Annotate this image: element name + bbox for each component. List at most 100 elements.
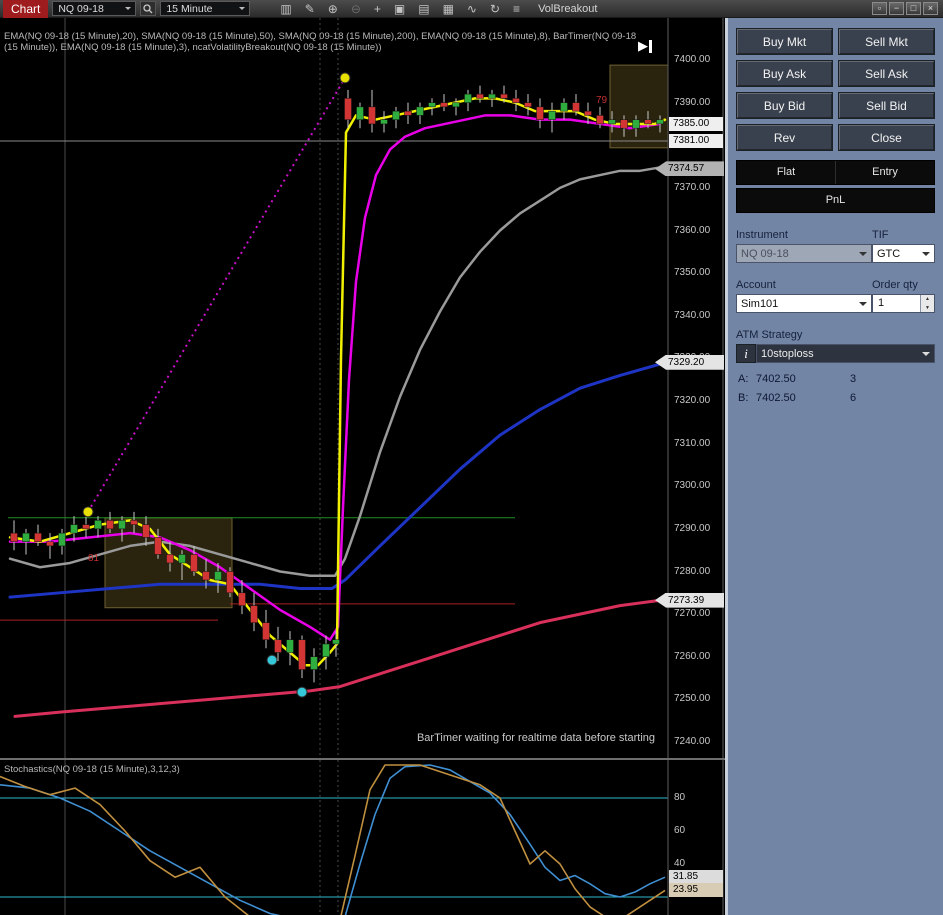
order-panel: Buy Mkt Sell Mkt Buy Ask Sell Ask Buy Bid Sel… [728,18,943,915]
crosshair-icon[interactable]: + [374,1,381,17]
buy-bid-button[interactable]: Buy Bid [736,92,833,119]
atm-row-qty: 3 [850,373,857,385]
chart-annotation: 79 [596,95,608,107]
price-tag: 7381.00 [669,133,723,148]
price-axis-label: 7350.00 [674,267,711,279]
price-tag: 7273.39 [655,592,724,608]
atm-row-key: A: [738,373,749,385]
price-axis-label: 7300.00 [674,480,711,492]
price-tag: 7385.00 [669,116,723,131]
price-axis-label: 7340.00 [674,309,711,321]
sell-mkt-button[interactable]: Sell Mkt [838,28,935,55]
price-axis-label: 7250.00 [674,693,711,705]
atm-strategy-value: 10stoploss [761,347,814,360]
stoch-axis-label: 80 [674,792,686,803]
stochastics-panel: Stochastics(NQ 09-18 (15 Minute),3,12,3)… [0,758,725,915]
play-glyph: ▶ [638,38,648,53]
stochastics-label: Stochastics(NQ 09-18 (15 Minute),3,12,3) [4,764,180,775]
stoch-axis-label: 40 [674,858,686,869]
price-axis-label: 7400.00 [674,54,711,65]
price-chart-canvas[interactable] [0,18,725,758]
chart-annotation: 81 [88,552,100,564]
price-axis-label: 7320.00 [674,395,711,406]
buy-ask-button[interactable]: Buy Ask [736,60,833,87]
price-axis-label: 7360.00 [674,224,711,236]
atm-target-rows: A: 7402.50 3 B: 7402.50 6 [736,373,935,404]
atm-strategy-select[interactable]: 10stoploss [756,344,935,363]
zoom-in-icon[interactable]: ⊕ [328,1,338,17]
properties-icon[interactable]: ≡ [513,1,520,17]
price-axis-label: 7280.00 [674,565,711,577]
rev-button[interactable]: Rev [736,124,833,151]
order-qty-label: Order qty [872,279,918,291]
strategy-name-label: VolBreakout [538,2,598,15]
atm-row-qty: 6 [850,392,857,404]
stepper-up-icon[interactable]: ▲ [921,295,934,304]
indicators-icon[interactable]: ▦ [443,1,454,17]
bartimer-status-message: BarTimer waiting for realtime data befor… [416,732,655,744]
atm-row-price: 7402.50 [756,392,796,404]
window-controls: ▫ − □ × [872,2,938,15]
bar-type-icon[interactable]: ▥ [280,1,291,17]
end-bar-glyph [649,39,652,53]
instrument-value: NQ 09-18 [741,247,789,260]
zoom-out-icon[interactable]: ⊖ [351,1,361,17]
chart-panel: EMA(NQ 09-18 (15 Minute),20), SMA(NQ 09-… [0,18,725,758]
go-to-end-icon[interactable]: ▶ [638,38,652,54]
toolbar: Chart NQ 09-18 15 Minute ▥ ✎ ⊕ ⊖ + ▣ ▤ ▦ ∿ ↻ ≡ Vol… [0,0,943,18]
reload-icon[interactable]: ↻ [490,1,500,17]
tif-value: GTC [877,247,901,260]
price-axis-label: 7260.00 [674,650,711,662]
atm-strategy-label: ATM Strategy [736,329,803,341]
account-label: Account [736,279,776,291]
atm-row: A: 7402.50 3 [736,373,935,385]
interval-selector[interactable]: 15 Minute [160,1,251,16]
price-axis-label: 7390.00 [674,96,711,108]
tif-select[interactable]: GTC [872,244,935,263]
sell-ask-button[interactable]: Sell Ask [838,60,935,87]
position-tabs: Flat Entry [736,160,935,185]
price-axis-label: 7240.00 [674,736,711,747]
maximize-button[interactable]: □ [906,2,921,15]
instrument-label: Instrument [736,229,788,241]
stoch-axis-label: 60 [674,825,686,836]
instrument-select[interactable]: NQ 09-18 [736,244,872,263]
minimize-button[interactable]: − [889,2,904,15]
atm-info-button[interactable]: i [736,344,756,363]
data-series-icon[interactable]: ▤ [418,1,429,17]
price-tag: 7329.20 [655,354,724,370]
quantity-stepper[interactable]: 1 ▲ ▼ [872,294,935,313]
flat-tab[interactable]: Flat [737,161,836,184]
stepper-down-icon[interactable]: ▼ [921,304,934,313]
entry-tab[interactable]: Entry [836,161,934,184]
draw-icon[interactable]: ✎ [305,1,315,17]
price-axis-label: 7370.00 [674,181,711,193]
atm-row-price: 7402.50 [756,373,796,385]
sell-bid-button[interactable]: Sell Bid [838,92,935,119]
stochastics-canvas[interactable] [0,760,725,915]
tif-label: TIF [872,229,889,241]
search-icon [143,3,153,13]
account-value: Sim101 [741,297,779,310]
buy-mkt-button[interactable]: Buy Mkt [736,28,833,55]
close-button[interactable]: Close [838,124,935,151]
instrument-selector[interactable]: NQ 09-18 [52,1,137,16]
stoch-value-tag: 31.85 [669,870,723,885]
strategies-icon[interactable]: ∿ [467,1,477,17]
account-select[interactable]: Sim101 [736,294,872,313]
price-axis-label: 7290.00 [674,522,711,534]
snapshot-icon[interactable]: ▣ [394,1,405,17]
pin-button[interactable]: ▫ [872,2,887,15]
chart-window-label: Chart [3,0,49,18]
indicators-label: EMA(NQ 09-18 (15 Minute),20), SMA(NQ 09-… [4,31,637,53]
stoch-value-tag: 23.95 [669,883,723,898]
price-axis-label: 7310.00 [674,437,711,449]
price-tag: 7374.57 [655,161,724,177]
order-buttons-grid: Buy Mkt Sell Mkt Buy Ask Sell Ask Buy Bid Sel… [736,28,935,151]
price-axis-label: 7270.00 [674,608,711,620]
close-button[interactable]: × [923,2,938,15]
toolbar-icon-strip: ▥ ✎ ⊕ ⊖ + ▣ ▤ ▦ ∿ ↻ ≡ [280,1,520,17]
pnl-display[interactable]: PnL [736,188,935,213]
instrument-lookup-button[interactable] [140,1,157,16]
atm-row-key: B: [738,392,749,404]
